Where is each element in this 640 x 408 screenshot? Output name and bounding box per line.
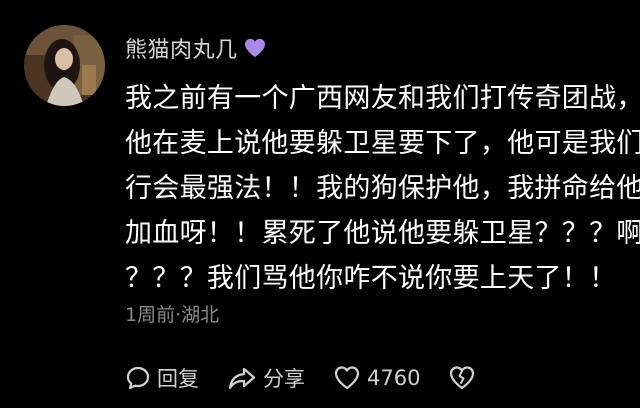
reply-label: 回复 <box>157 367 199 391</box>
share-arrow-icon <box>228 367 256 390</box>
avatar[interactable] <box>24 25 105 106</box>
comment-line: 加血呀！！累死了他说他要躲卫星？？？啊 <box>125 218 640 249</box>
comment-bubble-icon <box>126 366 150 390</box>
reply-button[interactable]: 回复 <box>125 363 199 393</box>
comment-card: 熊猫肉丸几 我之前有一个广西网友和我们打传奇团战， 他在麦上说他要躲卫星要下了，… <box>0 0 640 408</box>
username-row: 熊猫肉丸几 <box>125 30 266 66</box>
purple-heart-icon <box>244 38 265 58</box>
comment-text[interactable]: 我之前有一个广西网友和我们打传奇团战， 他在麦上说他要躲卫星要下了，他可是我们 … <box>125 76 640 301</box>
action-bar: 回复 分享 4760 <box>125 360 504 396</box>
comment-line: ？？？我们骂他你咋不说你要上天了！！ <box>125 263 617 294</box>
comment-line: 我之前有一个广西网友和我们打传奇团战， <box>125 83 640 114</box>
heart-outline-icon <box>334 366 360 390</box>
share-button[interactable]: 分享 <box>227 363 305 393</box>
like-button[interactable]: 4760 <box>333 365 420 391</box>
username[interactable]: 熊猫肉丸几 <box>125 32 238 64</box>
comment-meta: 1周前·湖北 <box>125 304 220 326</box>
broken-heart-icon <box>450 366 475 390</box>
comment-line: 行会最强法！！我的狗保护他，我拼命给他 <box>125 173 640 204</box>
avatar-image <box>24 25 105 106</box>
share-label: 分享 <box>263 367 305 391</box>
comment-line: 他在麦上说他要躲卫星要下了，他可是我们 <box>125 128 640 159</box>
dislike-button[interactable] <box>448 365 476 391</box>
like-count: 4760 <box>367 366 421 390</box>
